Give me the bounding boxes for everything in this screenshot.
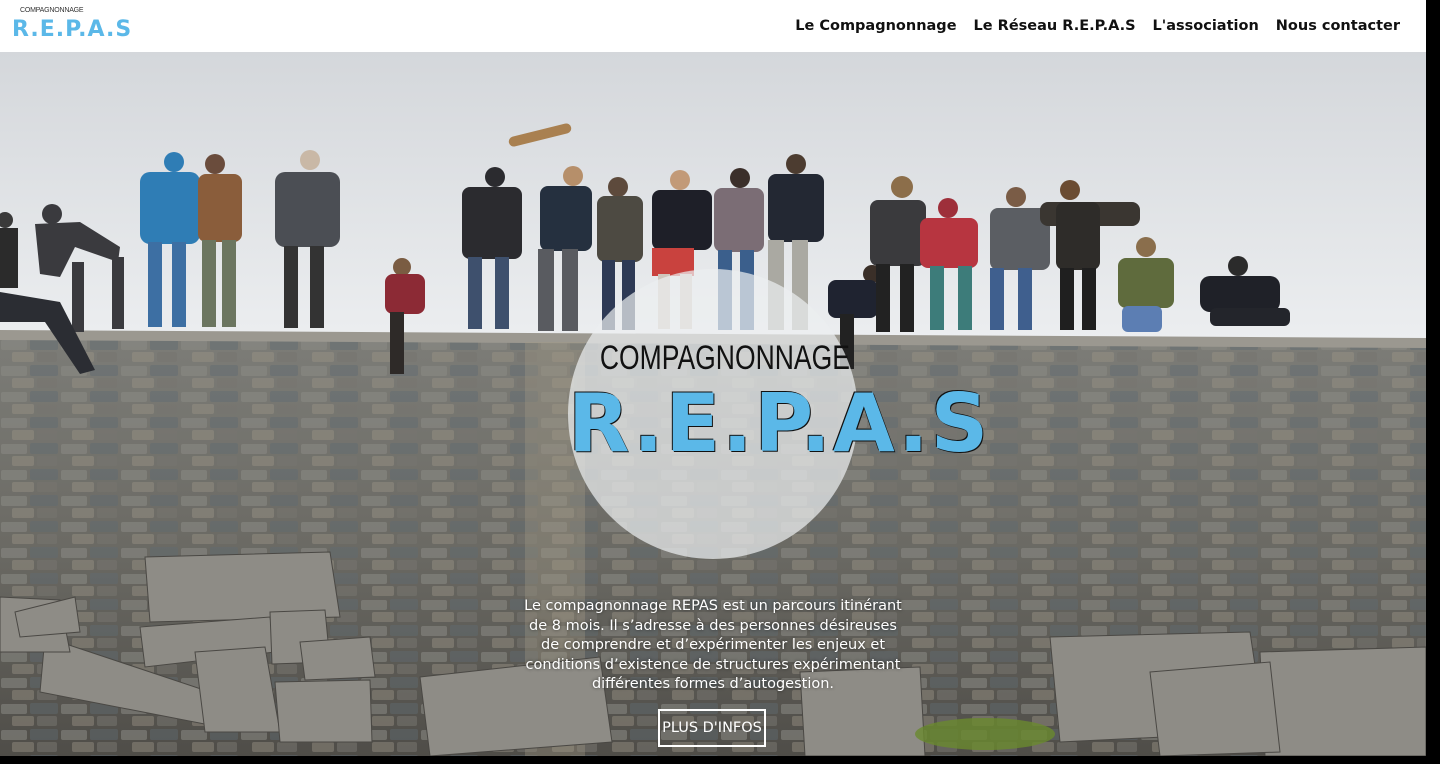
main-nav: Le Compagnonnage Le Réseau R.E.P.A.S L'a…: [778, 0, 1400, 52]
page-scrollbar[interactable]: [1426, 0, 1440, 764]
hero-description: Le compagnonnage REPAS est un parcours i…: [524, 598, 902, 692]
more-info-button[interactable]: PLUS D'INFOS: [658, 709, 766, 747]
site-logo[interactable]: COMPAGNONNAGE R.E.P.A.S: [12, 6, 131, 46]
badge-top-text: COMPAGNONNAGE: [599, 339, 850, 377]
nav-item-compagnonnage[interactable]: Le Compagnonnage: [795, 18, 956, 34]
nav-item-association[interactable]: L'association: [1153, 18, 1259, 34]
repas-badge: COMPAGNONNAGE R.E.P.A.S: [568, 269, 991, 559]
logo-top-text: COMPAGNONNAGE: [20, 7, 84, 14]
badge-main-text: R.E.P.A.S: [568, 377, 991, 470]
nav-item-contact[interactable]: Nous contacter: [1276, 18, 1400, 34]
hero-section: COMPAGNONNAGE R.E.P.A.S Le compagnonnage…: [0, 52, 1426, 756]
logo-main-text: R.E.P.A.S: [12, 17, 133, 42]
site-header: COMPAGNONNAGE R.E.P.A.S Le Compagnonnage…: [0, 0, 1426, 52]
nav-item-reseau[interactable]: Le Réseau R.E.P.A.S: [974, 18, 1136, 34]
